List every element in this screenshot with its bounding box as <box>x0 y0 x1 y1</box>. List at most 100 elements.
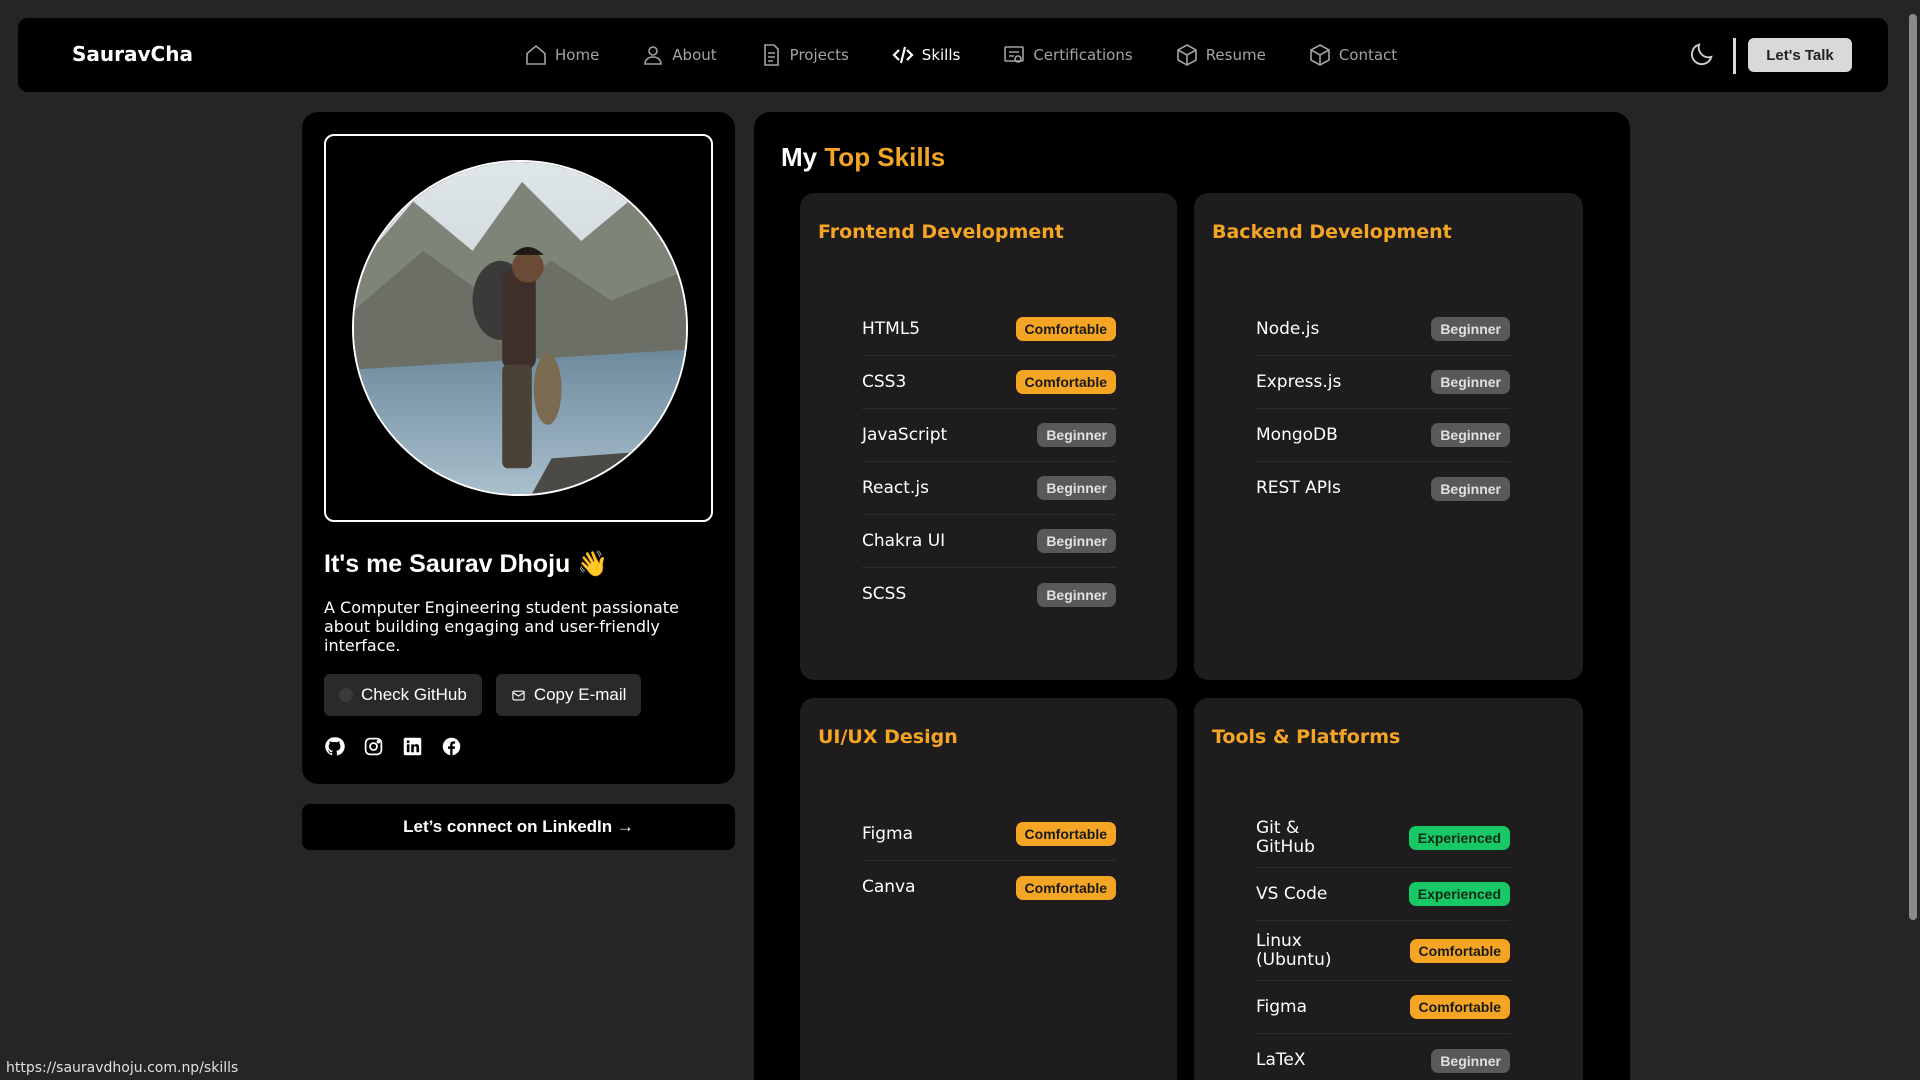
linkedin-connect-button[interactable]: Let’s connect on LinkedIn → <box>302 804 735 850</box>
certificate-icon <box>1004 46 1025 63</box>
nav-item-label: Certifications <box>1033 46 1133 64</box>
theme-toggle-button[interactable] <box>1688 40 1716 68</box>
nav-item-label: Projects <box>789 46 849 64</box>
skill-name: Node.js <box>1256 318 1320 339</box>
skill-category-tools: Tools & Platforms Git & GitHub Experienc… <box>1194 698 1583 1080</box>
top-navbar: SauravCha Home About Projects Skills Cer… <box>18 18 1888 92</box>
skill-name: SCSS <box>862 584 907 604</box>
lets-talk-button[interactable]: Let's Talk <box>1748 38 1852 72</box>
cube-icon <box>1176 44 1197 66</box>
skill-row: Figma Comfortable <box>862 808 1116 861</box>
nav-item-label: Resume <box>1205 46 1266 64</box>
nav-item-resume[interactable]: Resume <box>1175 43 1266 67</box>
skill-level-badge: Experienced <box>1408 825 1510 850</box>
skill-level-badge: Experienced <box>1408 882 1510 906</box>
nav-item-home[interactable]: Home <box>524 43 599 67</box>
skill-level-badge: Comfortable <box>1409 995 1510 1019</box>
skill-name: JavaScript <box>862 424 948 445</box>
skill-row: React.js Beginner <box>862 462 1116 515</box>
skill-name: REST APIs <box>1256 478 1341 498</box>
profile-bio: A Computer Engineering student passionat… <box>324 598 679 655</box>
profile-actions: Check GitHub Copy E-mail <box>324 674 642 716</box>
skill-row: SCSS Beginner <box>862 568 1116 621</box>
nav-item-label: Contact <box>1338 46 1398 64</box>
nav-item-label: Skills <box>921 46 961 64</box>
copy-email-label: Copy E-mail <box>533 685 627 704</box>
skills-title: My Top Skills <box>781 142 945 173</box>
skill-name: Linux (Ubuntu) <box>1256 930 1332 970</box>
skill-level-badge: Beginner <box>1037 476 1116 500</box>
moon-icon <box>1690 43 1713 66</box>
status-bar-url: https://sauravdhoju.com.np/skills <box>0 1056 245 1080</box>
skill-list: Git & GitHub Experienced VS Code Experie… <box>1256 808 1510 1080</box>
document-icon <box>763 44 779 66</box>
instagram-icon[interactable] <box>363 736 384 757</box>
nav-item-contact[interactable]: Contact <box>1308 43 1397 67</box>
skill-name: MongoDB <box>1256 424 1338 445</box>
skill-level-badge: Comfortable <box>1015 317 1116 341</box>
skill-row: Node.js Beginner <box>1256 303 1510 356</box>
skill-row: CSS3 Comfortable <box>862 356 1116 409</box>
skill-level-badge: Beginner <box>1037 529 1116 553</box>
github-icon[interactable] <box>324 736 345 757</box>
skills-title-prefix: My <box>781 142 818 172</box>
skill-name: Express.js <box>1256 371 1342 392</box>
social-links <box>324 736 462 757</box>
skill-row: Express.js Beginner <box>1256 356 1510 409</box>
nav-item-projects[interactable]: Projects <box>759 43 849 67</box>
category-title: UI/UX Design <box>818 726 958 748</box>
check-github-button[interactable]: Check GitHub <box>324 674 482 716</box>
cube-icon <box>1310 44 1330 66</box>
nav-divider <box>1733 38 1736 74</box>
skill-level-badge: Comfortable <box>1015 875 1116 900</box>
skill-row: HTML5 Comfortable <box>862 303 1116 356</box>
skill-name: VS Code <box>1256 883 1328 904</box>
code-icon <box>892 46 914 64</box>
nav-item-about[interactable]: About <box>641 43 717 67</box>
skill-list: Node.js Beginner Express.js Beginner Mon… <box>1256 303 1510 515</box>
skill-level-badge: Beginner <box>1431 476 1510 501</box>
skill-level-badge: Beginner <box>1431 423 1510 447</box>
home-icon <box>526 44 546 65</box>
nav-item-skills[interactable]: Skills <box>891 43 961 67</box>
scrollbar-thumb[interactable] <box>1909 14 1917 920</box>
skill-name: HTML5 <box>862 318 921 339</box>
skill-category-frontend: Frontend Development HTML5 Comfortable C… <box>800 193 1177 680</box>
category-title: Backend Development <box>1212 221 1452 243</box>
skill-level-badge: Comfortable <box>1409 938 1510 963</box>
skill-category-backend: Backend Development Node.js Beginner Exp… <box>1194 193 1583 680</box>
skill-row: Canva Comfortable <box>862 861 1116 914</box>
skills-title-accent: Top Skills <box>824 142 946 172</box>
skill-row: LaTeX Beginner <box>1256 1034 1510 1080</box>
skill-name: Canva <box>862 877 916 897</box>
profile-name: It's me Saurav Dhoju 👋 <box>324 550 609 578</box>
profile-photo <box>352 160 688 496</box>
mail-icon <box>512 690 525 700</box>
copy-email-button[interactable]: Copy E-mail <box>495 674 642 716</box>
skill-row: REST APIs Beginner <box>1256 462 1510 515</box>
brand-logo[interactable]: SauravCha <box>72 42 193 66</box>
check-github-label: Check GitHub <box>361 685 467 704</box>
skill-name: LaTeX <box>1256 1050 1306 1070</box>
skill-row: Chakra UI Beginner <box>862 515 1116 568</box>
skill-row: Git & GitHub Experienced <box>1256 808 1510 868</box>
skill-name: Chakra UI <box>862 530 946 551</box>
profile-photo-frame <box>324 134 713 522</box>
linkedin-icon[interactable] <box>402 736 423 757</box>
skill-level-badge: Beginner <box>1037 582 1116 607</box>
nav-item-certifications[interactable]: Certifications <box>1002 43 1133 67</box>
page-scrollbar[interactable] <box>1906 0 1920 1080</box>
skill-name: Figma <box>1256 996 1308 1017</box>
skill-name: React.js <box>862 477 929 498</box>
profile-card: It's me Saurav Dhoju 👋 A Computer Engine… <box>302 112 735 784</box>
skills-panel: My Top Skills Frontend Development HTML5… <box>754 112 1630 1080</box>
skill-category-uiux: UI/UX Design Figma Comfortable Canva Com… <box>800 698 1177 1080</box>
skill-level-badge: Beginner <box>1431 370 1510 394</box>
skill-level-badge: Beginner <box>1431 1048 1510 1073</box>
skill-level-badge: Beginner <box>1037 423 1116 447</box>
github-icon <box>339 688 353 702</box>
category-title: Frontend Development <box>818 221 1064 243</box>
skill-level-badge: Comfortable <box>1015 822 1116 846</box>
facebook-icon[interactable] <box>441 736 462 757</box>
skill-row: Linux (Ubuntu) Comfortable <box>1256 921 1510 981</box>
